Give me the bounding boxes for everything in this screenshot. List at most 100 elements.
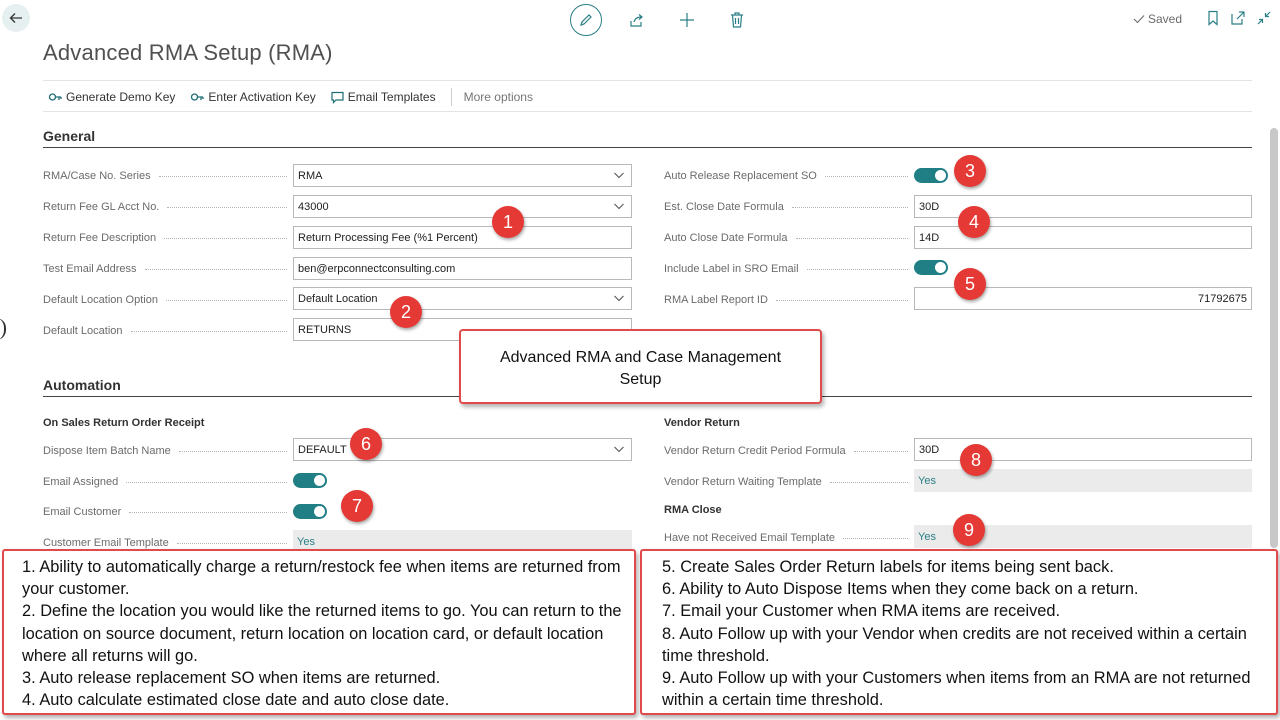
annotation-badge-8: 8 bbox=[960, 444, 992, 476]
back-button[interactable] bbox=[2, 4, 30, 32]
default-location-option-value: Default Location bbox=[298, 292, 378, 305]
annotation-badge-6: 6 bbox=[350, 428, 382, 460]
vendor-return-heading: Vendor Return bbox=[664, 417, 740, 429]
note-item: 8. Auto Follow up with your Vendor when … bbox=[662, 624, 1247, 665]
return-fee-description-value: Return Processing Fee (%1 Percent) bbox=[298, 231, 478, 244]
have-not-received-email-template-label: Have not Received Email Template bbox=[664, 531, 914, 545]
default-location-label: Default Location bbox=[43, 324, 293, 338]
vertical-scrollbar[interactable] bbox=[1270, 128, 1278, 548]
email-assigned-toggle[interactable] bbox=[293, 473, 327, 488]
key-icon bbox=[191, 92, 205, 101]
have-not-received-email-template-value: Yes bbox=[918, 530, 936, 543]
annotation-badge-7: 7 bbox=[341, 490, 373, 522]
note-item: 9. Auto Follow up with your Customers wh… bbox=[662, 669, 1251, 710]
email-assigned-label: Email Assigned bbox=[43, 475, 293, 489]
generate-demo-key-label: Generate Demo Key bbox=[66, 90, 176, 104]
more-options-button[interactable]: More options bbox=[464, 90, 533, 104]
annotation-badge-4: 4 bbox=[958, 206, 990, 238]
key-icon bbox=[48, 92, 62, 101]
rma-case-no-series-label: RMA/Case No. Series bbox=[43, 169, 293, 183]
test-email-address-field[interactable]: ben@erpconnectconsulting.com bbox=[293, 257, 632, 280]
delete-button[interactable] bbox=[722, 5, 752, 35]
note-item: 3. Auto release replacement SO when item… bbox=[22, 669, 441, 688]
rma-case-no-series-value: RMA bbox=[298, 169, 323, 182]
rma-label-report-id-label: RMA Label Report ID bbox=[664, 293, 914, 307]
email-customer-toggle[interactable] bbox=[293, 504, 327, 519]
return-fee-gl-acct-no-label: Return Fee GL Acct No. bbox=[43, 200, 293, 214]
dispose-item-batch-name-field[interactable]: DEFAULT bbox=[293, 438, 632, 461]
auto-release-replacement-so-label: Auto Release Replacement SO bbox=[664, 169, 914, 183]
edit-button[interactable] bbox=[570, 4, 602, 36]
default-location-value: RETURNS bbox=[298, 323, 352, 336]
email-templates-button[interactable]: Email Templates bbox=[331, 90, 436, 104]
section-title-general[interactable]: General bbox=[43, 128, 95, 144]
rma-case-no-series-field[interactable]: RMA bbox=[293, 164, 632, 187]
open-new-window-icon[interactable] bbox=[1230, 10, 1246, 26]
top-action-bar bbox=[570, 4, 752, 36]
dispose-item-batch-name-label: Dispose Item Batch Name bbox=[43, 444, 293, 458]
chevron-down-icon[interactable] bbox=[613, 443, 625, 455]
section-title-automation[interactable]: Automation bbox=[43, 377, 121, 393]
collapse-icon[interactable] bbox=[1256, 10, 1272, 26]
est-close-date-formula-label: Est. Close Date Formula bbox=[664, 200, 914, 214]
annotation-badge-1: 1 bbox=[492, 206, 524, 238]
setup-callout: Advanced RMA and Case Management Setup bbox=[459, 329, 822, 404]
default-location-option-field[interactable]: Default Location bbox=[293, 287, 632, 310]
return-fee-gl-acct-no-value: 43000 bbox=[298, 200, 329, 213]
pencil-icon bbox=[580, 14, 592, 26]
est-close-date-formula-value: 30D bbox=[919, 200, 940, 213]
share-icon bbox=[630, 14, 643, 27]
share-button[interactable] bbox=[622, 5, 652, 35]
include-label-in-sro-email-label: Include Label in SRO Email bbox=[664, 262, 914, 276]
arrow-left-icon bbox=[9, 13, 22, 23]
callout-line-2: Setup bbox=[619, 371, 662, 388]
annotation-badge-3: 3 bbox=[954, 155, 986, 187]
vendor-return-waiting-template-field[interactable]: Yes bbox=[914, 469, 1252, 492]
page-window-controls bbox=[1206, 10, 1272, 26]
trash-icon bbox=[731, 12, 743, 28]
feature-notes-left: 1. Ability to automatically charge a ret… bbox=[2, 549, 636, 715]
left-edge-handle bbox=[0, 318, 6, 340]
checkmark-icon bbox=[1133, 15, 1145, 24]
action-separator bbox=[450, 88, 452, 106]
note-item: 2. Define the location you would like th… bbox=[22, 602, 622, 665]
vendor-return-credit-period-formula-value: 30D bbox=[919, 443, 940, 456]
auto-release-replacement-so-toggle[interactable] bbox=[914, 168, 948, 183]
note-item: 5. Create Sales Order Return labels for … bbox=[662, 558, 1114, 576]
template-icon bbox=[331, 91, 344, 104]
include-label-in-sro-email-toggle[interactable] bbox=[914, 260, 948, 275]
auto-close-date-formula-value: 14D bbox=[919, 231, 940, 244]
auto-close-date-formula-label: Auto Close Date Formula bbox=[664, 231, 914, 245]
email-templates-label: Email Templates bbox=[347, 90, 436, 104]
note-item: 1. Ability to automatically charge a ret… bbox=[22, 558, 621, 599]
note-item: 7. Email your Customer when RMA items ar… bbox=[662, 602, 1061, 621]
note-item: 6. Ability to Auto Dispose Items when th… bbox=[662, 580, 1139, 599]
enter-activation-key-button[interactable]: Enter Activation Key bbox=[190, 90, 316, 104]
callout-line-1: Advanced RMA and Case Management bbox=[499, 349, 782, 366]
generate-demo-key-button[interactable]: Generate Demo Key bbox=[48, 90, 175, 104]
section-divider bbox=[43, 147, 1252, 148]
annotation-badge-2: 2 bbox=[390, 296, 422, 328]
divider bbox=[43, 111, 1252, 112]
customer-email-template-label: Customer Email Template bbox=[43, 536, 293, 550]
test-email-address-value: ben@erpconnectconsulting.com bbox=[298, 262, 456, 275]
chevron-down-icon[interactable] bbox=[613, 200, 625, 212]
bookmark-icon[interactable] bbox=[1206, 10, 1220, 26]
chevron-down-icon[interactable] bbox=[613, 292, 625, 304]
new-button[interactable] bbox=[672, 5, 702, 35]
rma-close-heading: RMA Close bbox=[664, 504, 722, 516]
action-bar: Generate Demo Key Enter Activation Key E… bbox=[48, 88, 533, 106]
on-sales-return-order-receipt-heading: On Sales Return Order Receipt bbox=[43, 417, 205, 429]
return-fee-description-field[interactable]: Return Processing Fee (%1 Percent) bbox=[293, 226, 632, 249]
page-title: Advanced RMA Setup (RMA) bbox=[43, 40, 333, 65]
enter-activation-key-label: Enter Activation Key bbox=[208, 90, 316, 104]
test-email-address-label: Test Email Address bbox=[43, 262, 293, 276]
chevron-down-icon[interactable] bbox=[613, 169, 625, 181]
dispose-item-batch-name-value: DEFAULT bbox=[298, 443, 347, 456]
saved-label: Saved bbox=[1148, 12, 1183, 26]
return-fee-gl-acct-no-field[interactable]: 43000 bbox=[293, 195, 632, 218]
default-location-option-label: Default Location Option bbox=[43, 293, 293, 307]
saved-status: Saved bbox=[1133, 12, 1182, 26]
return-fee-description-label: Return Fee Description bbox=[43, 231, 293, 245]
email-customer-label: Email Customer bbox=[43, 505, 293, 519]
